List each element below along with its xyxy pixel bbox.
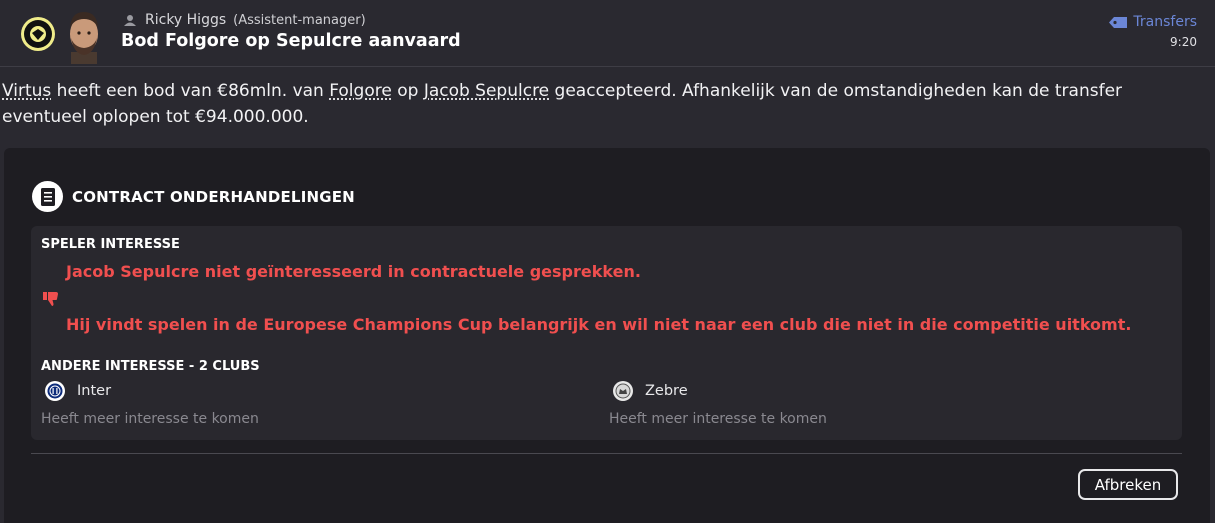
panel-divider (31, 453, 1182, 454)
message-time: 9:20 (1170, 35, 1197, 49)
cancel-button[interactable]: Afbreken (1078, 469, 1178, 500)
message-title: Bod Folgore op Sepulcre aanvaard (121, 31, 461, 51)
thumbs-down-icon (43, 292, 58, 306)
message-header: Ricky Higgs (Assistent-manager) Bod Folg… (0, 0, 1215, 66)
club-badge-icon[interactable] (21, 17, 55, 51)
avatar[interactable] (61, 6, 107, 64)
club-name: Zebre (645, 383, 688, 399)
interest-message-1: Jacob Sepulcre niet geïnteresseerd in co… (66, 262, 641, 281)
category-link[interactable]: Transfers (1109, 14, 1197, 30)
section-title: CONTRACT ONDERHANDELINGEN (72, 187, 355, 206)
sender-role: (Assistent-manager) (233, 12, 366, 28)
club-item-zebre[interactable]: Zebre (613, 381, 688, 401)
player-interest-heading: SPELER INTERESSE (41, 237, 180, 252)
document-icon (32, 181, 63, 212)
interest-message-2: Hij vindt spelen in de Europese Champion… (66, 315, 1132, 334)
header-divider (0, 66, 1215, 67)
contract-panel: CONTRACT ONDERHANDELINGEN SPELER INTERES… (4, 148, 1210, 523)
club-note: Heeft meer interesse te komen (41, 411, 259, 427)
tag-icon (1109, 16, 1128, 28)
player-link[interactable]: Jacob Sepulcre (424, 81, 549, 101)
club-name: Inter (77, 383, 112, 399)
zebre-logo-icon (613, 381, 633, 401)
other-interest-heading: ANDERE INTERESSE - 2 CLUBS (41, 359, 260, 374)
club-note: Heeft meer interesse te komen (609, 411, 827, 427)
inter-logo-icon (45, 381, 65, 401)
body-text-1: heeft een bod van €86mln. van (51, 81, 330, 101)
body-text-2: op (391, 81, 424, 101)
sender: Ricky Higgs (Assistent-manager) (124, 12, 366, 28)
category-label: Transfers (1133, 14, 1197, 30)
club-item-inter[interactable]: Inter (45, 381, 111, 401)
interest-card: SPELER INTERESSE Jacob Sepulcre niet geï… (31, 226, 1182, 440)
club-link-folgore[interactable]: Folgore (329, 81, 392, 101)
section-header: CONTRACT ONDERHANDELINGEN (32, 181, 355, 212)
sender-name[interactable]: Ricky Higgs (145, 12, 226, 28)
person-icon (124, 15, 136, 26)
club-link-virtus[interactable]: Virtus (2, 81, 51, 101)
message-body: Virtus heeft een bod van €86mln. van Fol… (2, 78, 1210, 130)
